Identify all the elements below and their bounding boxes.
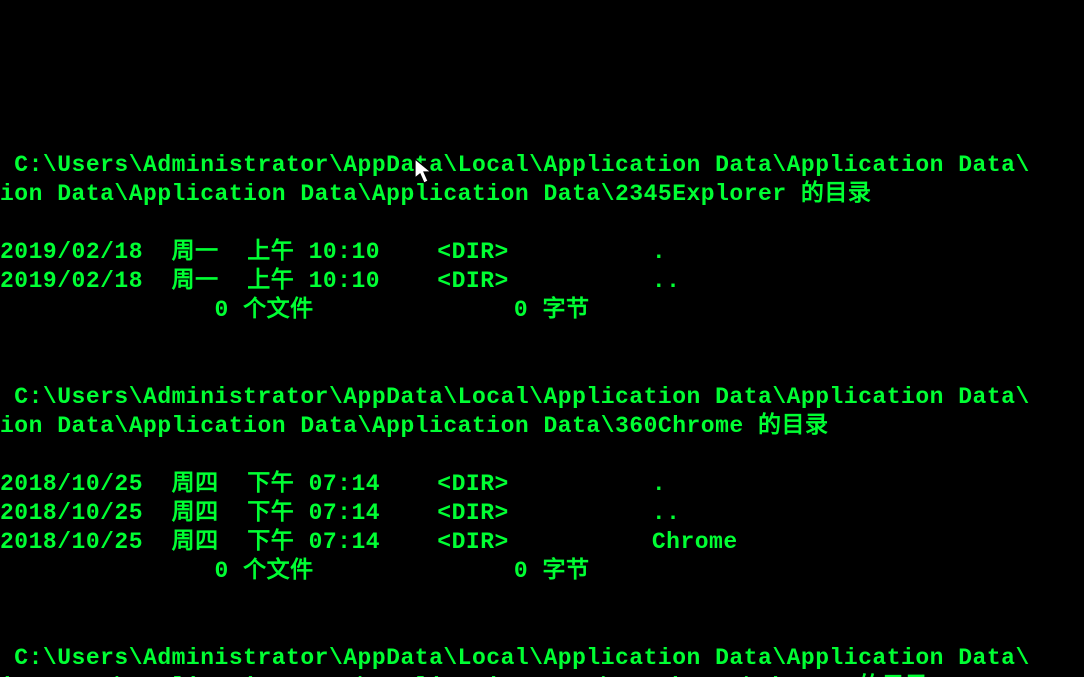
dir-entry: 2019/02/18 周一 上午 10:10 <DIR> . — [0, 239, 666, 265]
terminal-output[interactable]: C:\Users\Administrator\AppData\Local\App… — [0, 116, 1084, 677]
dir-path-line: ion Data\Application Data\Application Da… — [0, 181, 871, 207]
dir-entry: 2018/10/25 周四 下午 07:14 <DIR> .. — [0, 500, 680, 526]
dir-summary: 0 个文件 0 字节 — [0, 297, 590, 323]
dir-path-line: C:\Users\Administrator\AppData\Local\App… — [0, 645, 1030, 671]
dir-entry: 2018/10/25 周四 下午 07:14 <DIR> . — [0, 471, 666, 497]
dir-entry: 2019/02/18 周一 上午 10:10 <DIR> .. — [0, 268, 680, 294]
dir-path-line: ion Data\Application Data\Application Da… — [0, 413, 829, 439]
dir-summary: 0 个文件 0 字节 — [0, 558, 590, 584]
dir-path-line: C:\Users\Administrator\AppData\Local\App… — [0, 152, 1030, 178]
dir-path-line: C:\Users\Administrator\AppData\Local\App… — [0, 384, 1030, 410]
dir-entry: 2018/10/25 周四 下午 07:14 <DIR> Chrome — [0, 529, 738, 555]
